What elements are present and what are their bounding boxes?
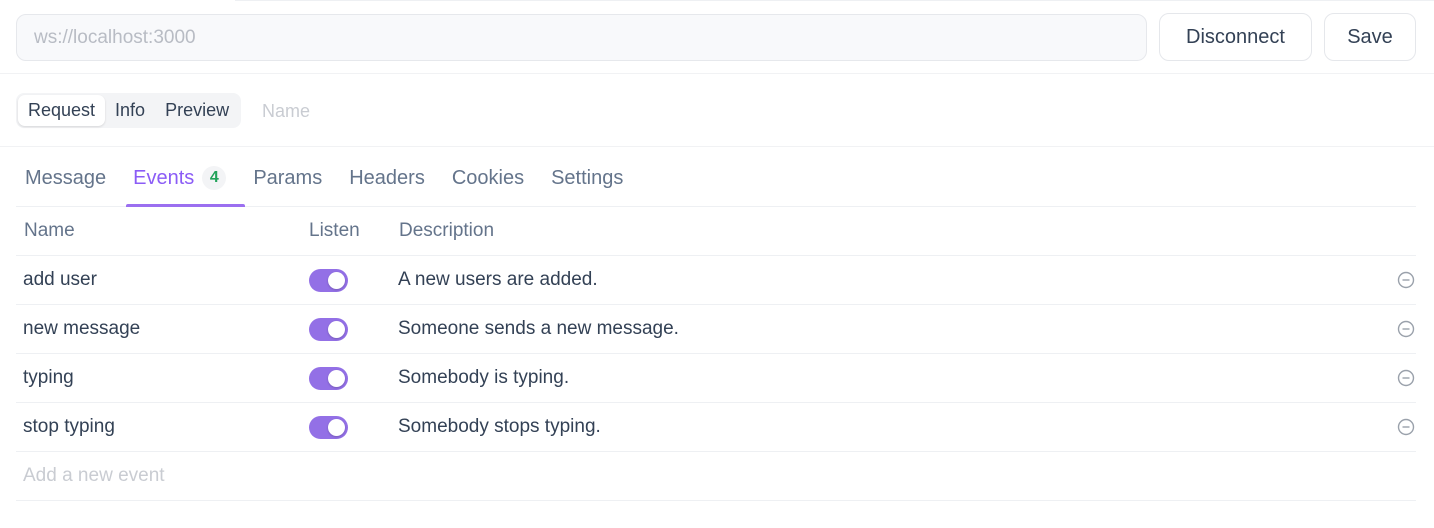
listen-toggle[interactable] xyxy=(309,415,348,439)
tab-label: Events xyxy=(133,166,195,189)
events-table: Name Listen Description add user A new u… xyxy=(16,207,1416,501)
tab-settings[interactable]: Settings xyxy=(542,150,632,206)
tab-label: Settings xyxy=(551,166,624,189)
toggle-knob xyxy=(328,369,345,387)
tab-label: Params xyxy=(253,166,323,189)
tab-headers[interactable]: Headers xyxy=(340,150,434,206)
add-event-row xyxy=(16,452,1416,501)
add-event-input[interactable] xyxy=(23,461,523,491)
events-count-badge: 4 xyxy=(202,166,227,190)
table-row: typing Somebody is typing. xyxy=(16,354,1416,403)
table-row: stop typing Somebody stops typing. xyxy=(16,403,1416,452)
header-listen: Listen xyxy=(309,220,360,241)
disconnect-button[interactable]: Disconnect xyxy=(1159,13,1312,61)
tab-message[interactable]: Message xyxy=(16,150,115,206)
view-switch: Request Info Preview xyxy=(16,93,242,128)
tab-params[interactable]: Params xyxy=(244,150,331,206)
tab-bar: Message Events 4 Params Headers Cookies … xyxy=(16,150,1416,207)
divider xyxy=(0,73,1434,74)
view-preview[interactable]: Preview xyxy=(155,95,239,126)
event-name[interactable]: typing xyxy=(23,367,74,389)
event-description[interactable]: Somebody stops typing. xyxy=(398,416,601,438)
header-description: Description xyxy=(399,220,495,241)
remove-circle-icon[interactable] xyxy=(1397,271,1415,289)
tab-label: Message xyxy=(25,166,107,189)
header-name: Name xyxy=(24,220,75,241)
event-description[interactable]: Somebody is typing. xyxy=(398,367,569,389)
event-name[interactable]: stop typing xyxy=(23,416,115,438)
listen-toggle[interactable] xyxy=(309,268,348,292)
url-input[interactable] xyxy=(34,26,1146,49)
tab-label: Cookies xyxy=(451,166,525,189)
toggle-knob xyxy=(328,320,345,338)
toggle-knob xyxy=(328,271,345,289)
save-button[interactable]: Save xyxy=(1324,13,1416,61)
url-bar[interactable] xyxy=(16,14,1147,61)
view-info[interactable]: Info xyxy=(105,95,155,126)
event-name[interactable]: add user xyxy=(23,269,97,291)
divider xyxy=(0,146,1434,147)
event-description[interactable]: Someone sends a new message. xyxy=(398,318,679,340)
event-name[interactable]: new message xyxy=(23,318,140,340)
table-row: new message Someone sends a new message. xyxy=(16,305,1416,354)
listen-toggle[interactable] xyxy=(309,366,348,390)
remove-circle-icon[interactable] xyxy=(1397,320,1415,338)
tab-label: Headers xyxy=(349,166,425,189)
top-border xyxy=(235,0,1434,1)
remove-circle-icon[interactable] xyxy=(1397,418,1415,436)
listen-toggle[interactable] xyxy=(309,317,348,341)
toggle-knob xyxy=(328,418,345,436)
remove-circle-icon[interactable] xyxy=(1397,369,1415,387)
table-row: add user A new users are added. xyxy=(16,256,1416,305)
name-input[interactable] xyxy=(262,97,562,125)
table-header: Name Listen Description xyxy=(16,207,1416,256)
tab-events[interactable]: Events 4 xyxy=(124,150,246,207)
tab-cookies[interactable]: Cookies xyxy=(443,150,533,206)
view-request[interactable]: Request xyxy=(18,95,106,126)
event-description[interactable]: A new users are added. xyxy=(398,269,598,291)
